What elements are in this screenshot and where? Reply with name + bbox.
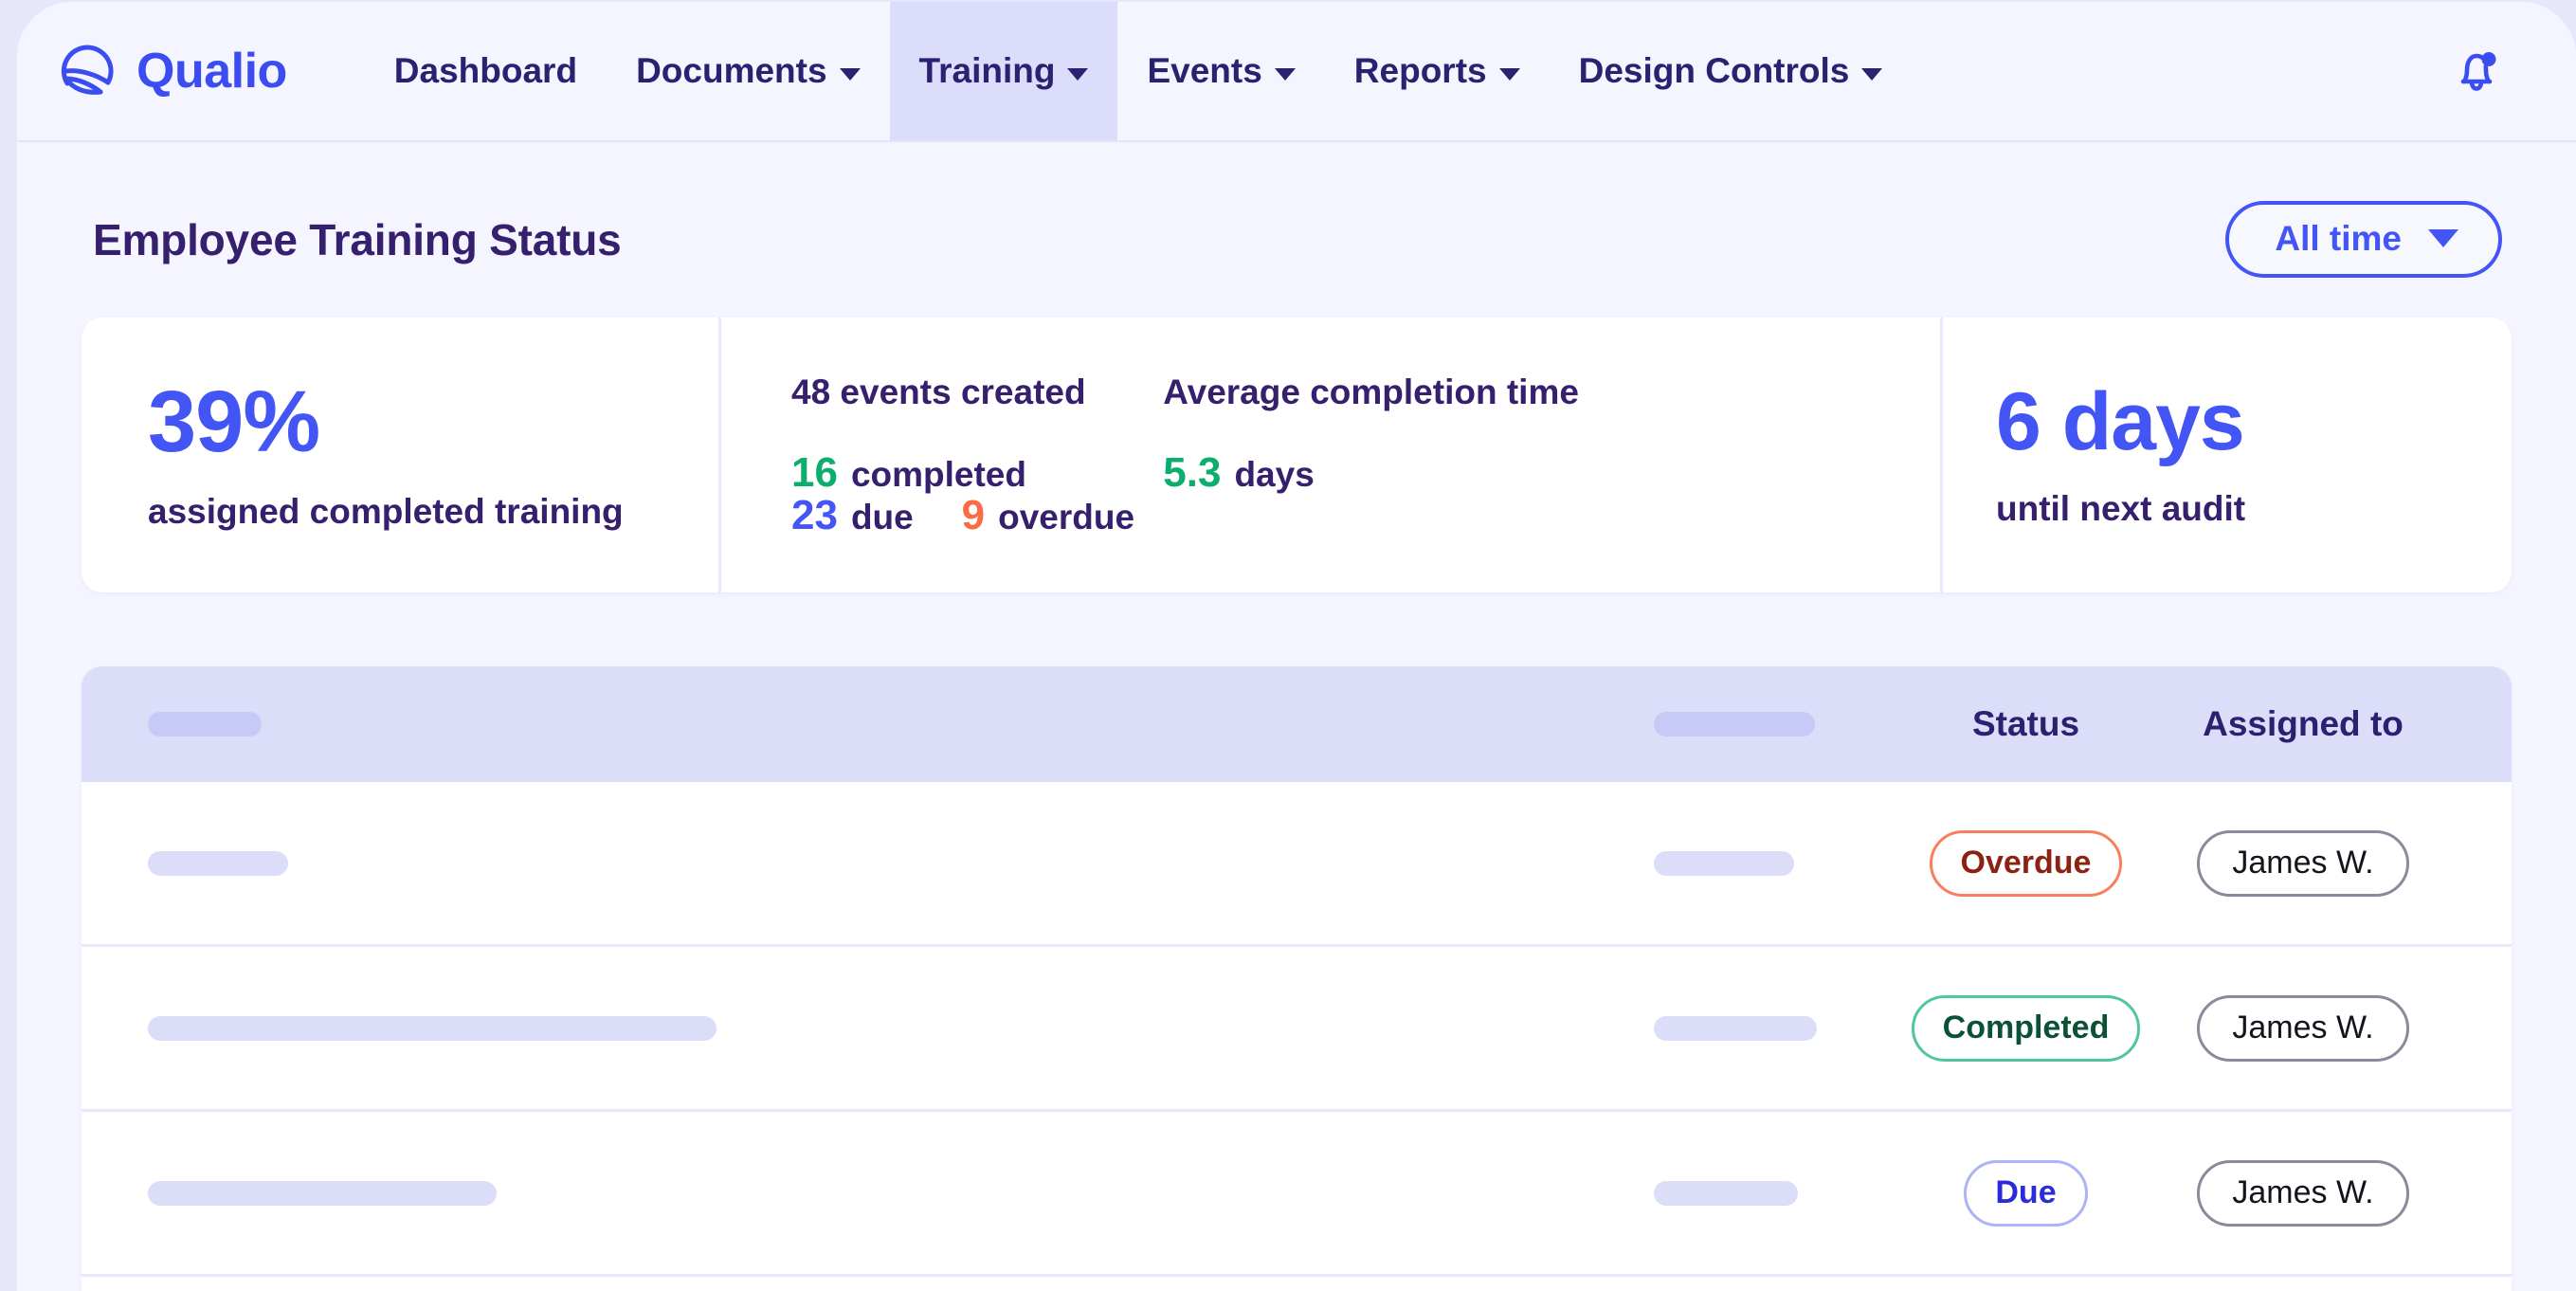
table-cell-name	[148, 851, 1654, 876]
kpi-avg-completion-unit: days	[1234, 455, 1314, 495]
skeleton-placeholder	[148, 712, 262, 736]
page-header: Employee Training Status All time	[82, 142, 2512, 318]
chevron-down-icon	[840, 68, 861, 81]
nav-item-label: Training	[919, 51, 1056, 91]
kpi-events-headline: 48 events created	[791, 373, 1086, 411]
kpi-completion-label: assigned completed training	[148, 492, 718, 532]
nav-item-design-controls[interactable]: Design Controls	[1550, 2, 1913, 140]
kpi-events-overdue-label: overdue	[998, 498, 1134, 537]
notifications-button[interactable]	[2447, 42, 2506, 100]
table-cell-meta	[1654, 1016, 1891, 1041]
training-events-table: Status Assigned to Overdue James W.	[82, 666, 2512, 1291]
kpi-events-overdue-count: 9	[962, 495, 985, 536]
kpi-avg-completion-count: 5.3	[1163, 452, 1221, 494]
table-header-assigned-to-label: Assigned to	[2203, 704, 2404, 744]
kpi-avg-completion-value: 5.3 days	[1163, 452, 1315, 495]
kpi-events-due: 23 due	[791, 495, 914, 537]
skeleton-placeholder	[1654, 1016, 1817, 1041]
assignee-pill[interactable]: James W.	[2197, 995, 2408, 1062]
table-row[interactable]: Overdue James W.	[82, 782, 2512, 947]
status-badge[interactable]: Completed	[1912, 995, 2141, 1062]
table-row[interactable]: Due James W.	[82, 1112, 2512, 1277]
brand-name: Qualio	[136, 46, 287, 96]
table-cell-assigned-to: James W.	[2161, 1160, 2445, 1227]
kpi-next-audit-value: 6 days	[1996, 381, 2512, 463]
kpi-events-completed-label: completed	[851, 455, 1026, 495]
nav-item-label: Design Controls	[1579, 51, 1850, 91]
nav-item-dashboard[interactable]: Dashboard	[365, 2, 607, 140]
kpi-events-completed: 16 completed	[791, 452, 1026, 495]
table-cell-meta	[1654, 1181, 1891, 1206]
kpi-completion-rate: 39% assigned completed training	[82, 318, 718, 592]
table-cell-name	[148, 1181, 1654, 1206]
skeleton-placeholder	[148, 1181, 497, 1206]
nav-item-training[interactable]: Training	[890, 2, 1118, 140]
table-cell-assigned-to: James W.	[2161, 830, 2445, 897]
table-row[interactable]	[82, 1277, 2512, 1291]
status-badge[interactable]: Due	[1964, 1160, 2087, 1227]
skeleton-placeholder	[148, 851, 288, 876]
skeleton-placeholder	[1654, 1181, 1798, 1206]
nav-item-label: Reports	[1354, 51, 1487, 91]
kpi-completion-value: 39%	[148, 378, 718, 465]
brand-logo[interactable]: Qualio	[17, 2, 316, 140]
kpi-next-audit: 6 days until next audit	[1943, 318, 2512, 592]
top-navigation-bar: Qualio Dashboard Documents Training Even…	[17, 2, 2576, 142]
table-header-cell-assigned-to: Assigned to	[2161, 704, 2445, 744]
bell-icon	[2447, 42, 2506, 100]
kpi-events-due-count: 23	[791, 495, 838, 536]
nav-items: Dashboard Documents Training Events Repo…	[365, 2, 1913, 140]
kpi-events-overdue: 9 overdue	[962, 495, 1134, 537]
page-title: Employee Training Status	[93, 214, 622, 265]
table-cell-assigned-to: James W.	[2161, 995, 2445, 1062]
table-header-cell-meta	[1654, 712, 1891, 736]
kpi-events-due-label: due	[851, 498, 914, 537]
chevron-down-icon	[1861, 68, 1882, 81]
assignee-pill[interactable]: James W.	[2197, 830, 2408, 897]
kpi-summary-strip: 39% assigned completed training 48 event…	[82, 318, 2512, 592]
nav-item-label: Events	[1147, 51, 1261, 91]
nav-item-reports[interactable]: Reports	[1325, 2, 1550, 140]
status-badge[interactable]: Overdue	[1930, 830, 2123, 897]
table-header-status-label: Status	[1972, 704, 2079, 744]
app-window: Qualio Dashboard Documents Training Even…	[17, 2, 2576, 1291]
table-cell-status: Completed	[1891, 995, 2161, 1062]
nav-right-actions	[2447, 2, 2576, 140]
skeleton-placeholder	[1654, 851, 1794, 876]
nav-item-events[interactable]: Events	[1117, 2, 1324, 140]
table-header-cell-name	[148, 712, 1654, 736]
skeleton-placeholder	[1654, 712, 1815, 736]
table-cell-status: Due	[1891, 1160, 2161, 1227]
table-header-cell-status: Status	[1891, 704, 2161, 744]
qualio-swoosh-logo-icon	[59, 43, 116, 100]
kpi-avg-completion-headline: Average completion time	[1163, 373, 1579, 411]
chevron-down-icon	[1067, 68, 1088, 81]
kpi-events-and-avg-time: 48 events created Average completion tim…	[721, 318, 1940, 592]
table-cell-name	[148, 1016, 1654, 1041]
notification-badge-dot	[2482, 52, 2496, 66]
nav-item-label: Dashboard	[394, 51, 577, 91]
nav-item-label: Documents	[636, 51, 826, 91]
page-body: Employee Training Status All time 39% as…	[17, 142, 2576, 1291]
chevron-down-icon	[1499, 68, 1520, 81]
time-range-filter-button[interactable]: All time	[2225, 201, 2502, 278]
chevron-down-icon	[2428, 229, 2458, 247]
table-row[interactable]: Completed James W.	[82, 947, 2512, 1112]
kpi-next-audit-label: until next audit	[1996, 489, 2512, 529]
chevron-down-icon	[1275, 68, 1296, 81]
time-range-filter-label: All time	[2275, 221, 2402, 256]
nav-item-documents[interactable]: Documents	[607, 2, 889, 140]
skeleton-placeholder	[148, 1016, 717, 1041]
table-header-row: Status Assigned to	[82, 666, 2512, 782]
table-cell-status: Overdue	[1891, 830, 2161, 897]
assignee-pill[interactable]: James W.	[2197, 1160, 2408, 1227]
table-cell-meta	[1654, 851, 1891, 876]
kpi-events-completed-count: 16	[791, 452, 838, 494]
